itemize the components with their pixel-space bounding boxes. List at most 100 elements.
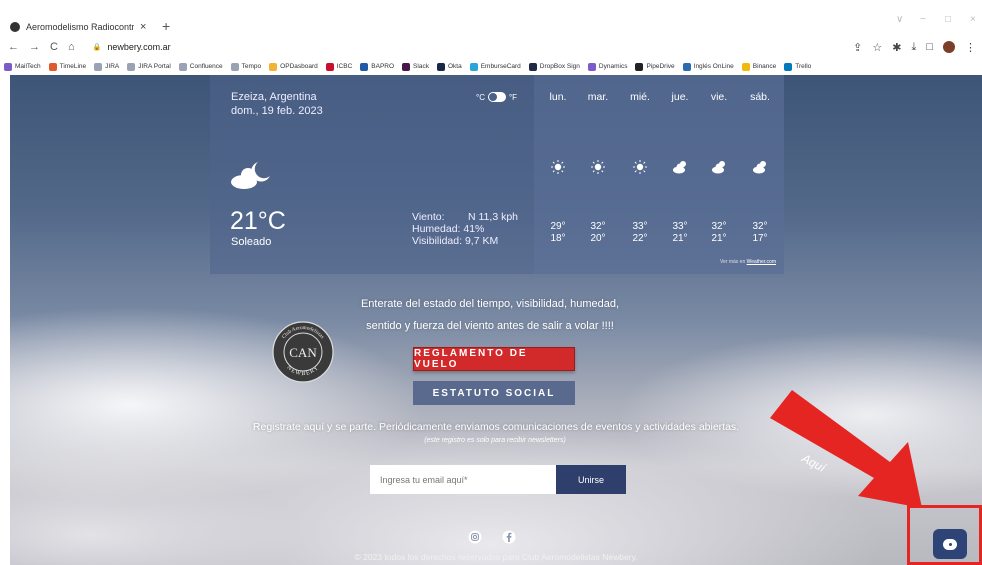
bookmark-favicon-icon [4,62,12,71]
bookmark-item[interactable]: Dynamics [587,62,627,71]
back-button[interactable]: ← [8,41,19,53]
bookmark-favicon-icon [360,62,369,71]
bookmark-label: TimeLine [59,63,87,70]
bookmark-label: Trello [795,63,812,70]
unit-switch[interactable] [487,92,506,102]
bookmark-item[interactable]: Tempo [230,62,261,71]
profile-avatar[interactable] [943,41,955,53]
bookmark-item[interactable]: TimeLine [48,62,87,71]
weather-details: Viento: N 11,3 kph Humedad: 41% Visibilid… [412,211,518,247]
bookmark-item[interactable]: ICBC [325,62,353,71]
forecast-low: 18° [550,233,566,244]
bookmark-favicon-icon [784,62,793,71]
new-tab-button[interactable]: + [162,18,170,34]
bookmark-item[interactable]: Trello [784,62,812,71]
weather-header: Ezeiza, Argentina dom., 19 feb. 2023 [231,90,323,118]
bookmark-item[interactable]: Binance [741,62,776,71]
forecast-day-name: mié. [630,91,650,103]
weather-location: Ezeiza, Argentina [231,91,317,103]
wind-label: Viento: [412,211,445,223]
minimize-button[interactable]: − [920,14,926,25]
visibility-value: 9,7 KM [464,235,499,247]
bookmark-item[interactable]: OPDasboard [269,62,318,71]
partly-cloudy-icon [753,161,766,174]
extensions-icon[interactable]: ✱ [892,41,901,54]
bookmark-item[interactable]: MailTech [4,62,41,71]
bookmark-item[interactable]: JIRA [94,62,119,71]
humidity-value: 41% [463,223,485,235]
chat-widget-button[interactable] [933,529,967,559]
bookmark-item[interactable]: JIRA Portal [127,62,171,71]
bookmark-label: Confluence [189,63,223,70]
instagram-icon[interactable] [468,530,482,544]
forecast-low: 22° [632,233,648,244]
url-field[interactable]: 🔒 newbery.com.ar [93,42,171,52]
bookmark-favicon-icon [741,62,750,71]
bookmark-favicon-icon [269,62,278,71]
intro-line-2: sentido y fuerza del viento antes de sal… [366,320,614,332]
weather-com-link[interactable]: Weather.com [747,259,776,265]
unit-f-label: °F [508,92,518,102]
forecast-day-name: lun. [549,91,567,103]
bookmark-favicon-icon [436,62,445,71]
reglamento-button[interactable]: REGLAMENTO DE VUELO [413,347,575,371]
sun-icon [551,160,565,174]
bookmark-label: OPDasboard [280,63,318,70]
bookmark-item[interactable]: DropBox Sign [528,62,580,71]
side-panel-icon[interactable]: □ [926,41,933,53]
more-label: Ver más en [719,259,746,265]
forward-button[interactable]: → [29,41,40,53]
social-links [468,530,516,544]
weather-source-link[interactable]: Ver más en Weather.com [720,259,776,265]
bookmark-label: Slack [413,63,429,70]
forecast-high: 32° [711,221,727,232]
unit-toggle[interactable]: °C °F [476,92,517,102]
close-window-button[interactable]: × [970,14,976,25]
register-note: (este registro es solo para recibir news… [424,437,566,444]
browser-tab[interactable]: Aeromodelismo Radiocontrolado × [10,18,158,36]
visibility-label: Visibilidad: [412,235,463,247]
bookmark-item[interactable]: Slack [402,62,429,71]
tab-close-icon[interactable]: × [140,21,146,33]
bookmark-item[interactable]: BAPRO [360,62,394,71]
current-condition: Soleado [231,236,272,248]
share-icon[interactable]: ⇪ [853,41,862,54]
forecast-panel: Ver más en Weather.com lun. 29° 18° mar. 32°… [534,75,784,274]
partly-cloudy-icon [673,161,686,174]
bookmark-label: Okta [447,63,462,70]
reload-button[interactable]: C [50,41,58,53]
lock-icon: 🔒 [92,44,102,51]
home-button[interactable]: ⌂ [68,41,75,53]
unit-c-label: °C [476,92,485,102]
subscribe-button[interactable]: Unirse [556,465,626,494]
facebook-icon[interactable] [502,530,516,544]
bookmark-favicon-icon [94,62,103,71]
bookmark-item[interactable]: PipeDrive [635,62,675,71]
bookmark-label: PipeDrive [646,63,675,70]
bookmarks-bar: MailTech TimeLine JIRA JIRA Portal Confluenc… [0,58,982,75]
forecast-high: 32° [752,221,768,232]
browser-tab-bar: Aeromodelismo Radiocontrolado × + ∨ − □ … [0,0,982,36]
estatuto-button[interactable]: ESTATUTO SOCIAL [413,381,575,405]
tab-search-icon[interactable]: ∨ [896,14,903,25]
bookmark-label: DropBox Sign [539,63,580,70]
bookmark-item[interactable]: Okta [436,62,462,71]
site-favicon-icon [10,22,20,32]
bookmark-favicon-icon [127,62,136,71]
bookmark-label: ICBC [336,63,353,70]
bookmark-label: Inglés OnLine [693,63,734,70]
menu-kebab-icon[interactable]: ⋮ [965,41,976,54]
forecast-day-name: jue. [671,91,689,103]
forecast-low: 21° [711,233,727,244]
maximize-button[interactable]: □ [945,14,951,25]
downloads-icon[interactable]: ⤓ [911,41,916,54]
bookmark-item[interactable]: Inglés OnLine [682,62,734,71]
bookmark-favicon-icon [587,62,596,71]
bookmark-star-icon[interactable]: ☆ [872,41,882,54]
email-input[interactable] [370,465,556,494]
tab-title: Aeromodelismo Radiocontrolado [26,22,134,32]
bookmark-favicon-icon [178,62,187,71]
bookmark-item[interactable]: EmburseCard [469,62,521,71]
sun-icon [591,160,605,174]
bookmark-item[interactable]: Confluence [178,62,223,71]
